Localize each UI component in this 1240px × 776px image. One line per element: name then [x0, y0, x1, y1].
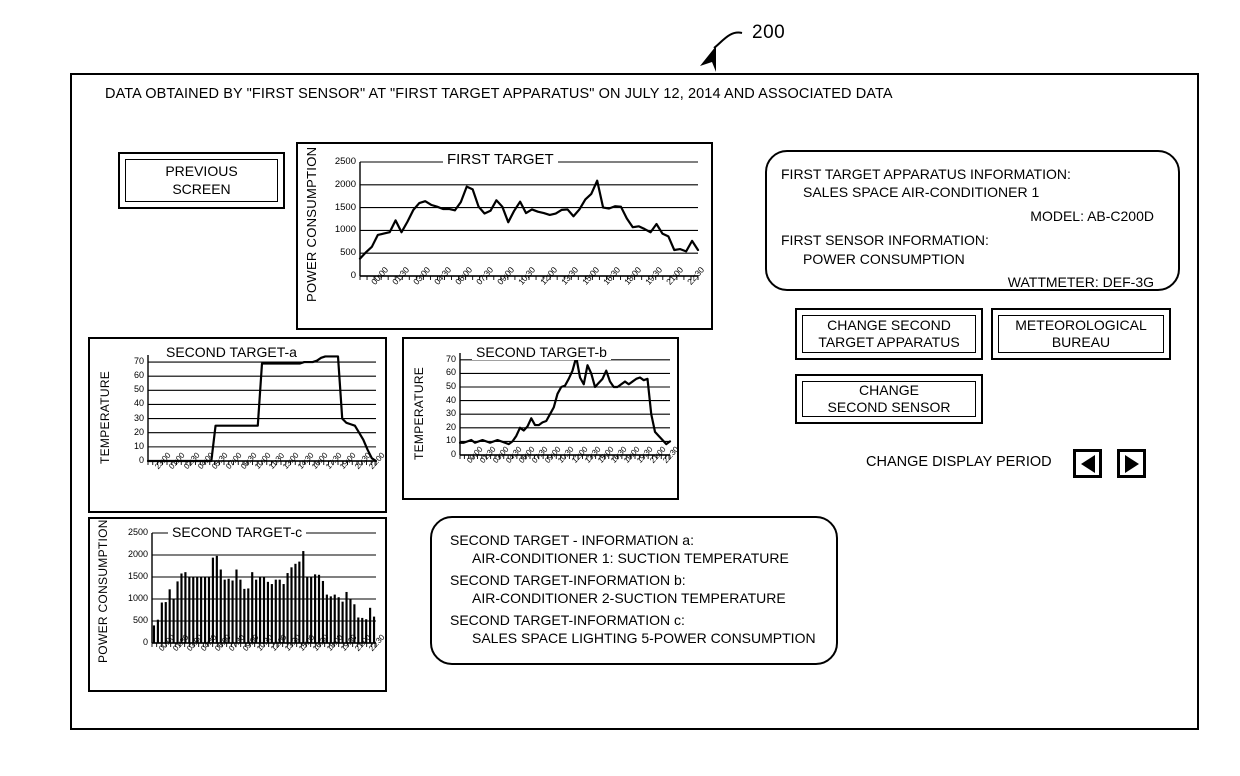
change-second-sensor-label: CHANGE SECOND SENSOR — [827, 381, 951, 416]
second-target-info-b-value: AIR-CONDITIONER 2-SUCTION TEMPERATURE — [472, 590, 786, 607]
first-target-chart-title: FIRST TARGET — [443, 151, 558, 168]
svg-second-c-y-tick: 1000 — [127, 593, 148, 603]
second-target-info-c-label: SECOND TARGET-INFORMATION c: — [450, 611, 685, 628]
svg-second-b-y-tick: 50 — [445, 381, 456, 391]
svg-second-a-y-tick: 70 — [133, 356, 144, 367]
svg-second-b-y-tick: 70 — [445, 353, 456, 364]
svg-second-b-y-tick: 60 — [445, 367, 456, 378]
meteorological-bureau-button[interactable]: METEOROLOGICAL BUREAU — [991, 308, 1171, 360]
second-target-info-a-label: SECOND TARGET - INFORMATION a: — [450, 532, 694, 548]
svg-second-b-y-tick: 0 — [450, 449, 456, 459]
svg-second-a-y-tick: 60 — [133, 370, 144, 381]
svg-second-c-y-tick: 2500 — [127, 527, 148, 537]
first-target-info-callout: FIRST TARGET APPARATUS INFORMATION: SALE… — [765, 150, 1180, 291]
svg-second-c-y-tick: 2000 — [127, 549, 148, 559]
second-target-a-chart-panel: TEMPERATURE SECOND TARGET-a 0 10 20 30 40 50 6… — [88, 337, 387, 513]
second-target-c-chart-panel: POWER CONSUMPTION SECOND TARGET-c 0 500 10… — [88, 517, 387, 692]
svg-first-target-y-tick: 1000 — [334, 224, 356, 236]
page-title: DATA OBTAINED BY "FIRST SENSOR" AT "FIRS… — [105, 86, 893, 102]
first-target-info-line1: FIRST TARGET APPARATUS INFORMATION: — [781, 166, 1071, 182]
first-sensor-wattmeter: WATTMETER: DEF-3G — [1007, 274, 1154, 291]
previous-screen-label: PREVIOUS SCREEN — [165, 163, 238, 197]
prev-period-button[interactable] — [1073, 449, 1102, 478]
second-target-info-c-value: SALES SPACE LIGHTING 5-POWER CONSUMPTION — [472, 630, 816, 647]
svg-first-target-y-tick: 0 — [350, 270, 356, 281]
second-target-info-callout: SECOND TARGET - INFORMATION a: AIR-CONDI… — [430, 516, 838, 665]
svg-second-c-y-tick: 500 — [132, 615, 148, 625]
triangle-left-icon — [1080, 454, 1095, 473]
triangle-right-icon — [1124, 454, 1139, 473]
next-period-button[interactable] — [1117, 449, 1146, 478]
svg-second-a-y-tick: 40 — [133, 398, 144, 409]
svg-second-a-y-tick: 0 — [138, 455, 144, 465]
first-target-plot — [358, 161, 700, 280]
first-target-y-axis-title: POWER CONSUMPTION — [304, 146, 319, 302]
ref-200: 200 — [752, 22, 786, 43]
svg-second-b-y-tick: 30 — [445, 408, 456, 419]
second-target-info-a-value: AIR-CONDITIONER 1: SUCTION TEMPERATURE — [472, 550, 789, 567]
second-target-b-chart-title: SECOND TARGET-b — [472, 344, 611, 360]
svg-second-a-y-tick: 30 — [133, 412, 144, 423]
svg-first-target-y-tick: 500 — [340, 247, 356, 259]
second-target-c-chart-title: SECOND TARGET-c — [168, 524, 307, 540]
meteorological-bureau-label: METEOROLOGICAL BUREAU — [1015, 316, 1147, 351]
svg-second-c-y-tick: 1500 — [127, 571, 148, 581]
first-sensor-info-line2: POWER CONSUMPTION — [803, 250, 965, 267]
change-second-sensor-button[interactable]: CHANGE SECOND SENSOR — [795, 374, 983, 424]
svg-second-b-y-tick: 20 — [445, 421, 456, 432]
svg-second-a-y-tick: 20 — [133, 426, 144, 437]
svg-second-b-y-tick: 40 — [445, 394, 456, 405]
second-target-a-chart-title: SECOND TARGET-a — [162, 344, 301, 360]
change-second-target-apparatus-label: CHANGE SECOND TARGET APPARATUS — [818, 316, 960, 351]
second-target-info-b-label: SECOND TARGET-INFORMATION b: — [450, 571, 686, 588]
second-target-c-plot — [151, 532, 377, 647]
svg-first-target-y-tick: 1500 — [334, 201, 356, 213]
second-target-c-y-axis-title: POWER CONSUMPTION — [96, 519, 110, 663]
change-display-period-label: CHANGE DISPLAY PERIOD — [866, 454, 1052, 470]
second-target-b-chart-panel: TEMPERATURE SECOND TARGET-b 0 10 20 30 40 50 6… — [402, 337, 679, 500]
change-second-target-apparatus-button[interactable]: CHANGE SECOND TARGET APPARATUS — [795, 308, 983, 360]
svg-first-target-y-tick: 2500 — [334, 156, 356, 167]
svg-second-a-y-tick: 50 — [133, 384, 144, 395]
svg-second-c-y-tick: 0 — [142, 637, 148, 647]
first-target-info-line2: SALES SPACE AIR-CONDITIONER 1 — [803, 184, 1040, 201]
svg-second-b-y-tick: 10 — [445, 435, 456, 446]
first-target-model: MODEL: AB-C200D — [1030, 207, 1154, 224]
first-target-chart-panel: POWER CONSUMPTION FIRST TARGET 0 500 1000 1… — [296, 142, 713, 330]
svg-first-target-y-tick: 2000 — [334, 178, 356, 190]
first-sensor-info-line1: FIRST SENSOR INFORMATION: — [781, 232, 989, 249]
previous-screen-button[interactable]: PREVIOUS SCREEN — [118, 152, 285, 209]
svg-second-a-y-tick: 10 — [133, 440, 144, 451]
